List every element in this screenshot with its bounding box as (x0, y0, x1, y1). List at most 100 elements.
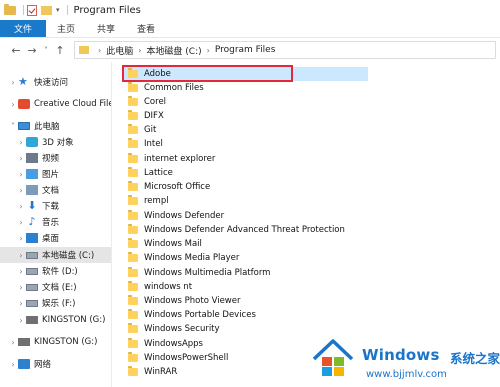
folder-icon (128, 138, 138, 148)
nav-item-creative-cloud[interactable]: › Creative Cloud Files (0, 96, 112, 112)
chevron-right-icon[interactable]: › (16, 299, 26, 308)
chevron-right-icon[interactable]: › (8, 360, 18, 369)
chevron-right-icon[interactable]: › (16, 283, 26, 292)
nav-item-local-disk-c[interactable]: › 本地磁盘 (C:) (0, 247, 111, 263)
nav-item-music[interactable]: › ♪ 音乐 (0, 214, 111, 230)
nav-item-3d-objects[interactable]: › 3D 对象 (0, 134, 111, 150)
address-field[interactable]: › 此电脑 › 本地磁盘 (C:) › Program Files (74, 41, 496, 59)
nav-item-drive-d[interactable]: › 软件 (D:) (0, 263, 111, 279)
tab-home[interactable]: 主页 (46, 20, 86, 37)
3d-objects-icon (26, 137, 38, 147)
folder-icon (128, 295, 138, 305)
list-item[interactable]: Windows Multimedia Platform (124, 266, 372, 280)
list-item[interactable]: Git (124, 123, 372, 137)
nav-item-drive-f[interactable]: › 娱乐 (F:) (0, 295, 111, 311)
forward-arrow-icon[interactable]: → (24, 44, 40, 57)
nav-item-label: Creative Cloud Files (34, 99, 112, 109)
folder-icon (128, 352, 138, 362)
nav-item-label: 本地磁盘 (C:) (42, 251, 95, 261)
chevron-right-icon[interactable]: › (16, 202, 26, 211)
navigation-pane: › ★ 快速访问 › Creative Cloud Files ˅ 此电脑 › … (0, 62, 112, 387)
list-item-adobe[interactable]: Adobe (124, 67, 368, 81)
breadcrumb-separator-icon[interactable]: › (207, 46, 210, 55)
chevron-down-icon[interactable]: ˅ (8, 122, 18, 131)
breadcrumb-separator-icon[interactable]: › (98, 46, 101, 55)
watermark-brand: Windows (362, 346, 440, 364)
folder-icon (128, 124, 138, 134)
computer-icon (18, 122, 30, 130)
list-item[interactable]: internet explorer (124, 152, 372, 166)
star-icon: ★ (18, 75, 28, 88)
chevron-right-icon[interactable]: › (16, 234, 26, 243)
list-item[interactable]: windows nt (124, 280, 372, 294)
list-item[interactable]: Corel (124, 95, 372, 109)
chevron-right-icon[interactable]: › (16, 186, 26, 195)
list-item[interactable]: Windows Media Player (124, 251, 372, 265)
file-name: WinRAR (144, 367, 178, 377)
folder-icon (128, 110, 138, 120)
list-item[interactable]: Lattice (124, 166, 372, 180)
nav-item-videos[interactable]: › 视频 (0, 150, 111, 166)
folder-icon (128, 195, 138, 205)
nav-item-quick-access[interactable]: › ★ 快速访问 (0, 74, 111, 90)
chevron-right-icon[interactable]: › (16, 170, 26, 179)
chevron-right-icon[interactable]: › (8, 78, 18, 87)
list-item[interactable]: Windows Defender (124, 209, 372, 223)
chevron-right-icon[interactable]: › (16, 154, 26, 163)
folder-icon (4, 3, 16, 15)
recent-locations-chevron-icon[interactable]: ˅ (40, 46, 52, 55)
back-arrow-icon[interactable]: ← (8, 44, 24, 57)
up-arrow-icon[interactable]: ↑ (52, 44, 68, 57)
nav-item-network[interactable]: › 网络 (0, 356, 111, 372)
list-item[interactable]: rempl (124, 194, 372, 208)
download-icon: ⬇ (27, 199, 37, 212)
nav-item-downloads[interactable]: › ⬇ 下载 (0, 198, 111, 214)
file-name: Microsoft Office (144, 182, 211, 192)
tab-view[interactable]: 查看 (126, 20, 166, 37)
nav-item-drive-e[interactable]: › 文档 (E:) (0, 279, 111, 295)
list-item[interactable]: Windows Mail (124, 237, 372, 251)
list-item[interactable]: Intel (124, 137, 372, 151)
chevron-right-icon[interactable]: › (16, 218, 26, 227)
drive-icon (26, 251, 38, 259)
nav-item-kingston-g[interactable]: › KINGSTON (G:) (0, 312, 111, 328)
file-name: DIFX (144, 111, 164, 121)
breadcrumb-separator-icon[interactable]: › (138, 46, 141, 55)
nav-item-documents[interactable]: › 文档 (0, 182, 111, 198)
folder-icon (128, 267, 138, 277)
nav-item-kingston-g-root[interactable]: › KINGSTON (G:) (0, 334, 111, 350)
tab-share[interactable]: 共享 (86, 20, 126, 37)
list-item[interactable]: DIFX (124, 109, 372, 123)
tab-file[interactable]: 文件 (0, 20, 47, 37)
chevron-right-icon[interactable]: › (16, 267, 26, 276)
nav-item-desktop[interactable]: › 桌面 (0, 230, 111, 246)
folder-icon (128, 338, 138, 348)
nav-item-label: 视频 (42, 154, 60, 164)
folder-icon (128, 167, 138, 177)
chevron-right-icon[interactable]: › (16, 251, 26, 260)
file-name: windows nt (144, 282, 193, 292)
breadcrumb-program-files[interactable]: Program Files (215, 45, 276, 55)
chevron-right-icon[interactable]: › (8, 100, 18, 109)
chevron-right-icon[interactable]: › (8, 338, 18, 347)
breadcrumb-local-disk[interactable]: 本地磁盘 (C:) (146, 44, 201, 57)
chevron-right-icon[interactable]: › (16, 316, 26, 325)
documents-icon (26, 185, 38, 195)
list-item[interactable]: Common Files (124, 81, 372, 95)
folder-icon (128, 238, 138, 248)
file-name: Windows Mail (144, 239, 202, 249)
properties-check-icon[interactable] (27, 4, 37, 16)
list-item[interactable]: Windows Defender Advanced Threat Protect… (124, 223, 372, 237)
nav-item-pictures[interactable]: › 图片 (0, 166, 111, 182)
chevron-right-icon[interactable]: › (16, 138, 26, 147)
quick-access-dropdown-icon[interactable]: ▾ (56, 6, 60, 14)
nav-item-label: 下载 (42, 202, 60, 212)
nav-item-this-pc[interactable]: ˅ 此电脑 (0, 118, 111, 134)
new-folder-icon[interactable] (41, 5, 52, 15)
breadcrumb-this-pc[interactable]: 此电脑 (106, 44, 133, 57)
ribbon-tabs: 文件 主页 共享 查看 (0, 20, 500, 38)
list-item[interactable]: Windows Portable Devices (124, 308, 372, 322)
nav-item-label: 软件 (D:) (42, 267, 78, 277)
list-item[interactable]: Windows Photo Viewer (124, 294, 372, 308)
list-item[interactable]: Microsoft Office (124, 180, 372, 194)
